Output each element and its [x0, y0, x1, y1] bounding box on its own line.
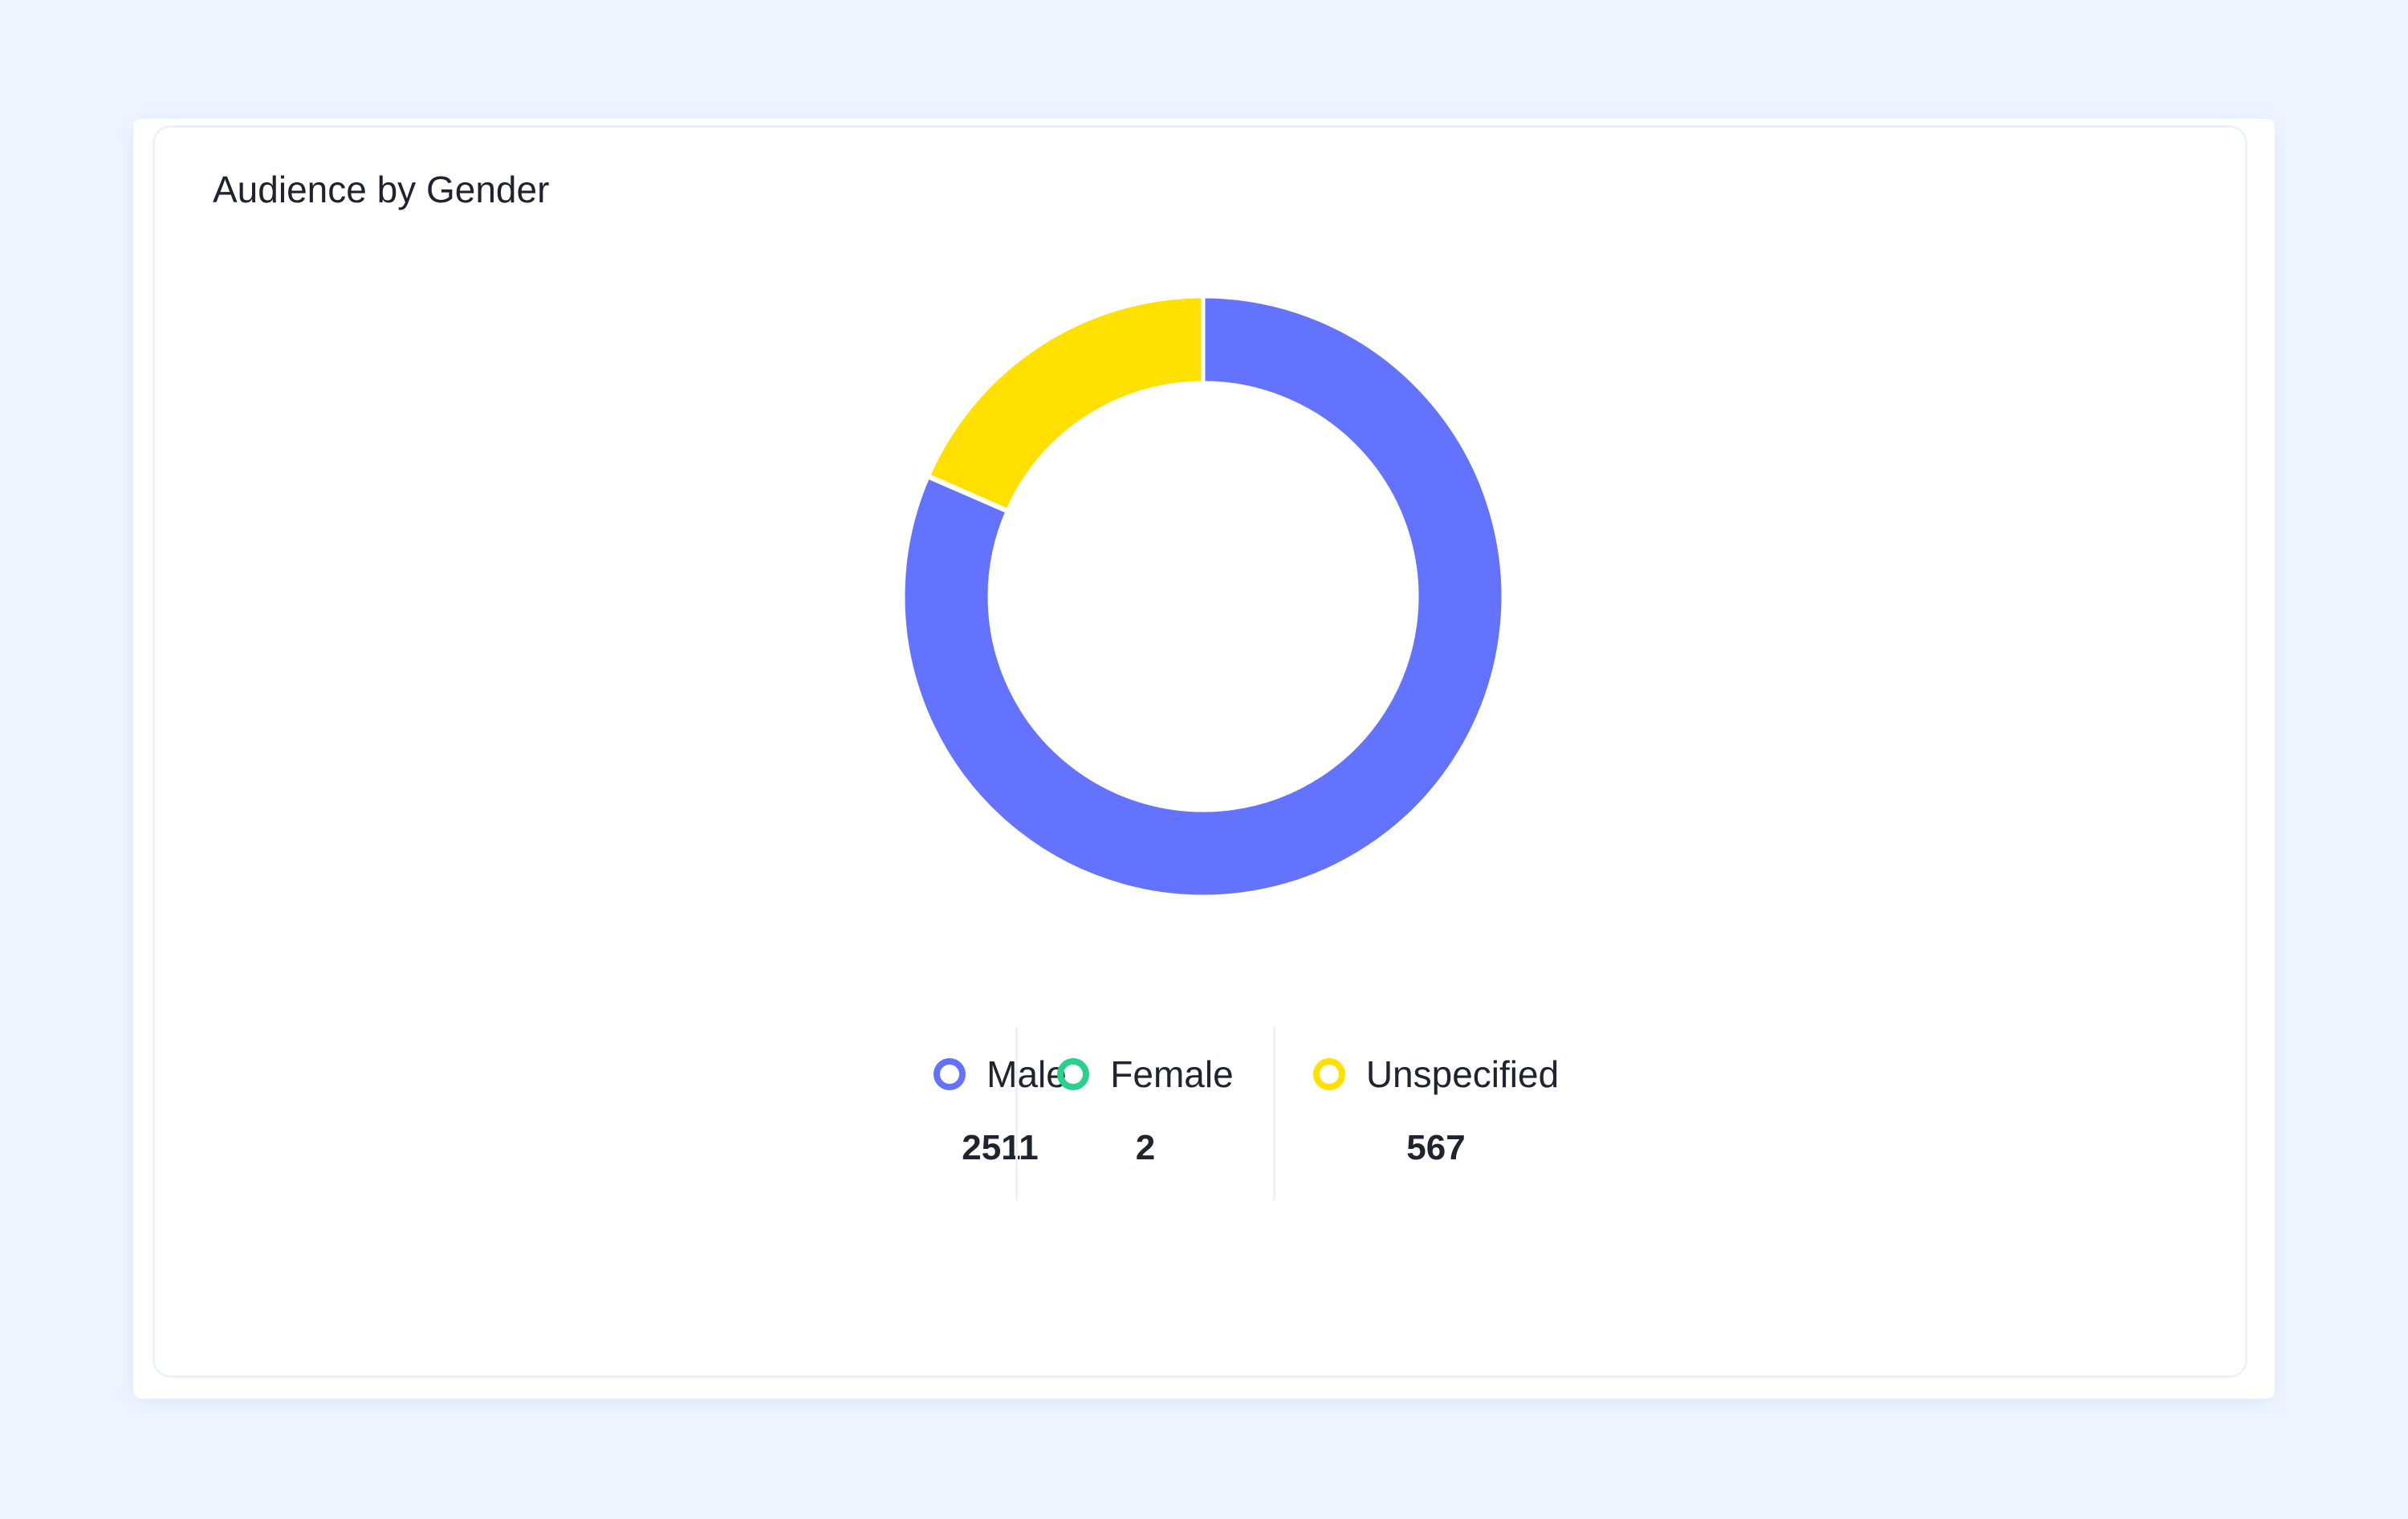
donut-slice-unspecified[interactable]	[926, 294, 1206, 513]
audience-gender-card: Audience by Gender Male 2511 Female 2 Un…	[153, 125, 2247, 1378]
donut-chart	[901, 294, 1506, 899]
